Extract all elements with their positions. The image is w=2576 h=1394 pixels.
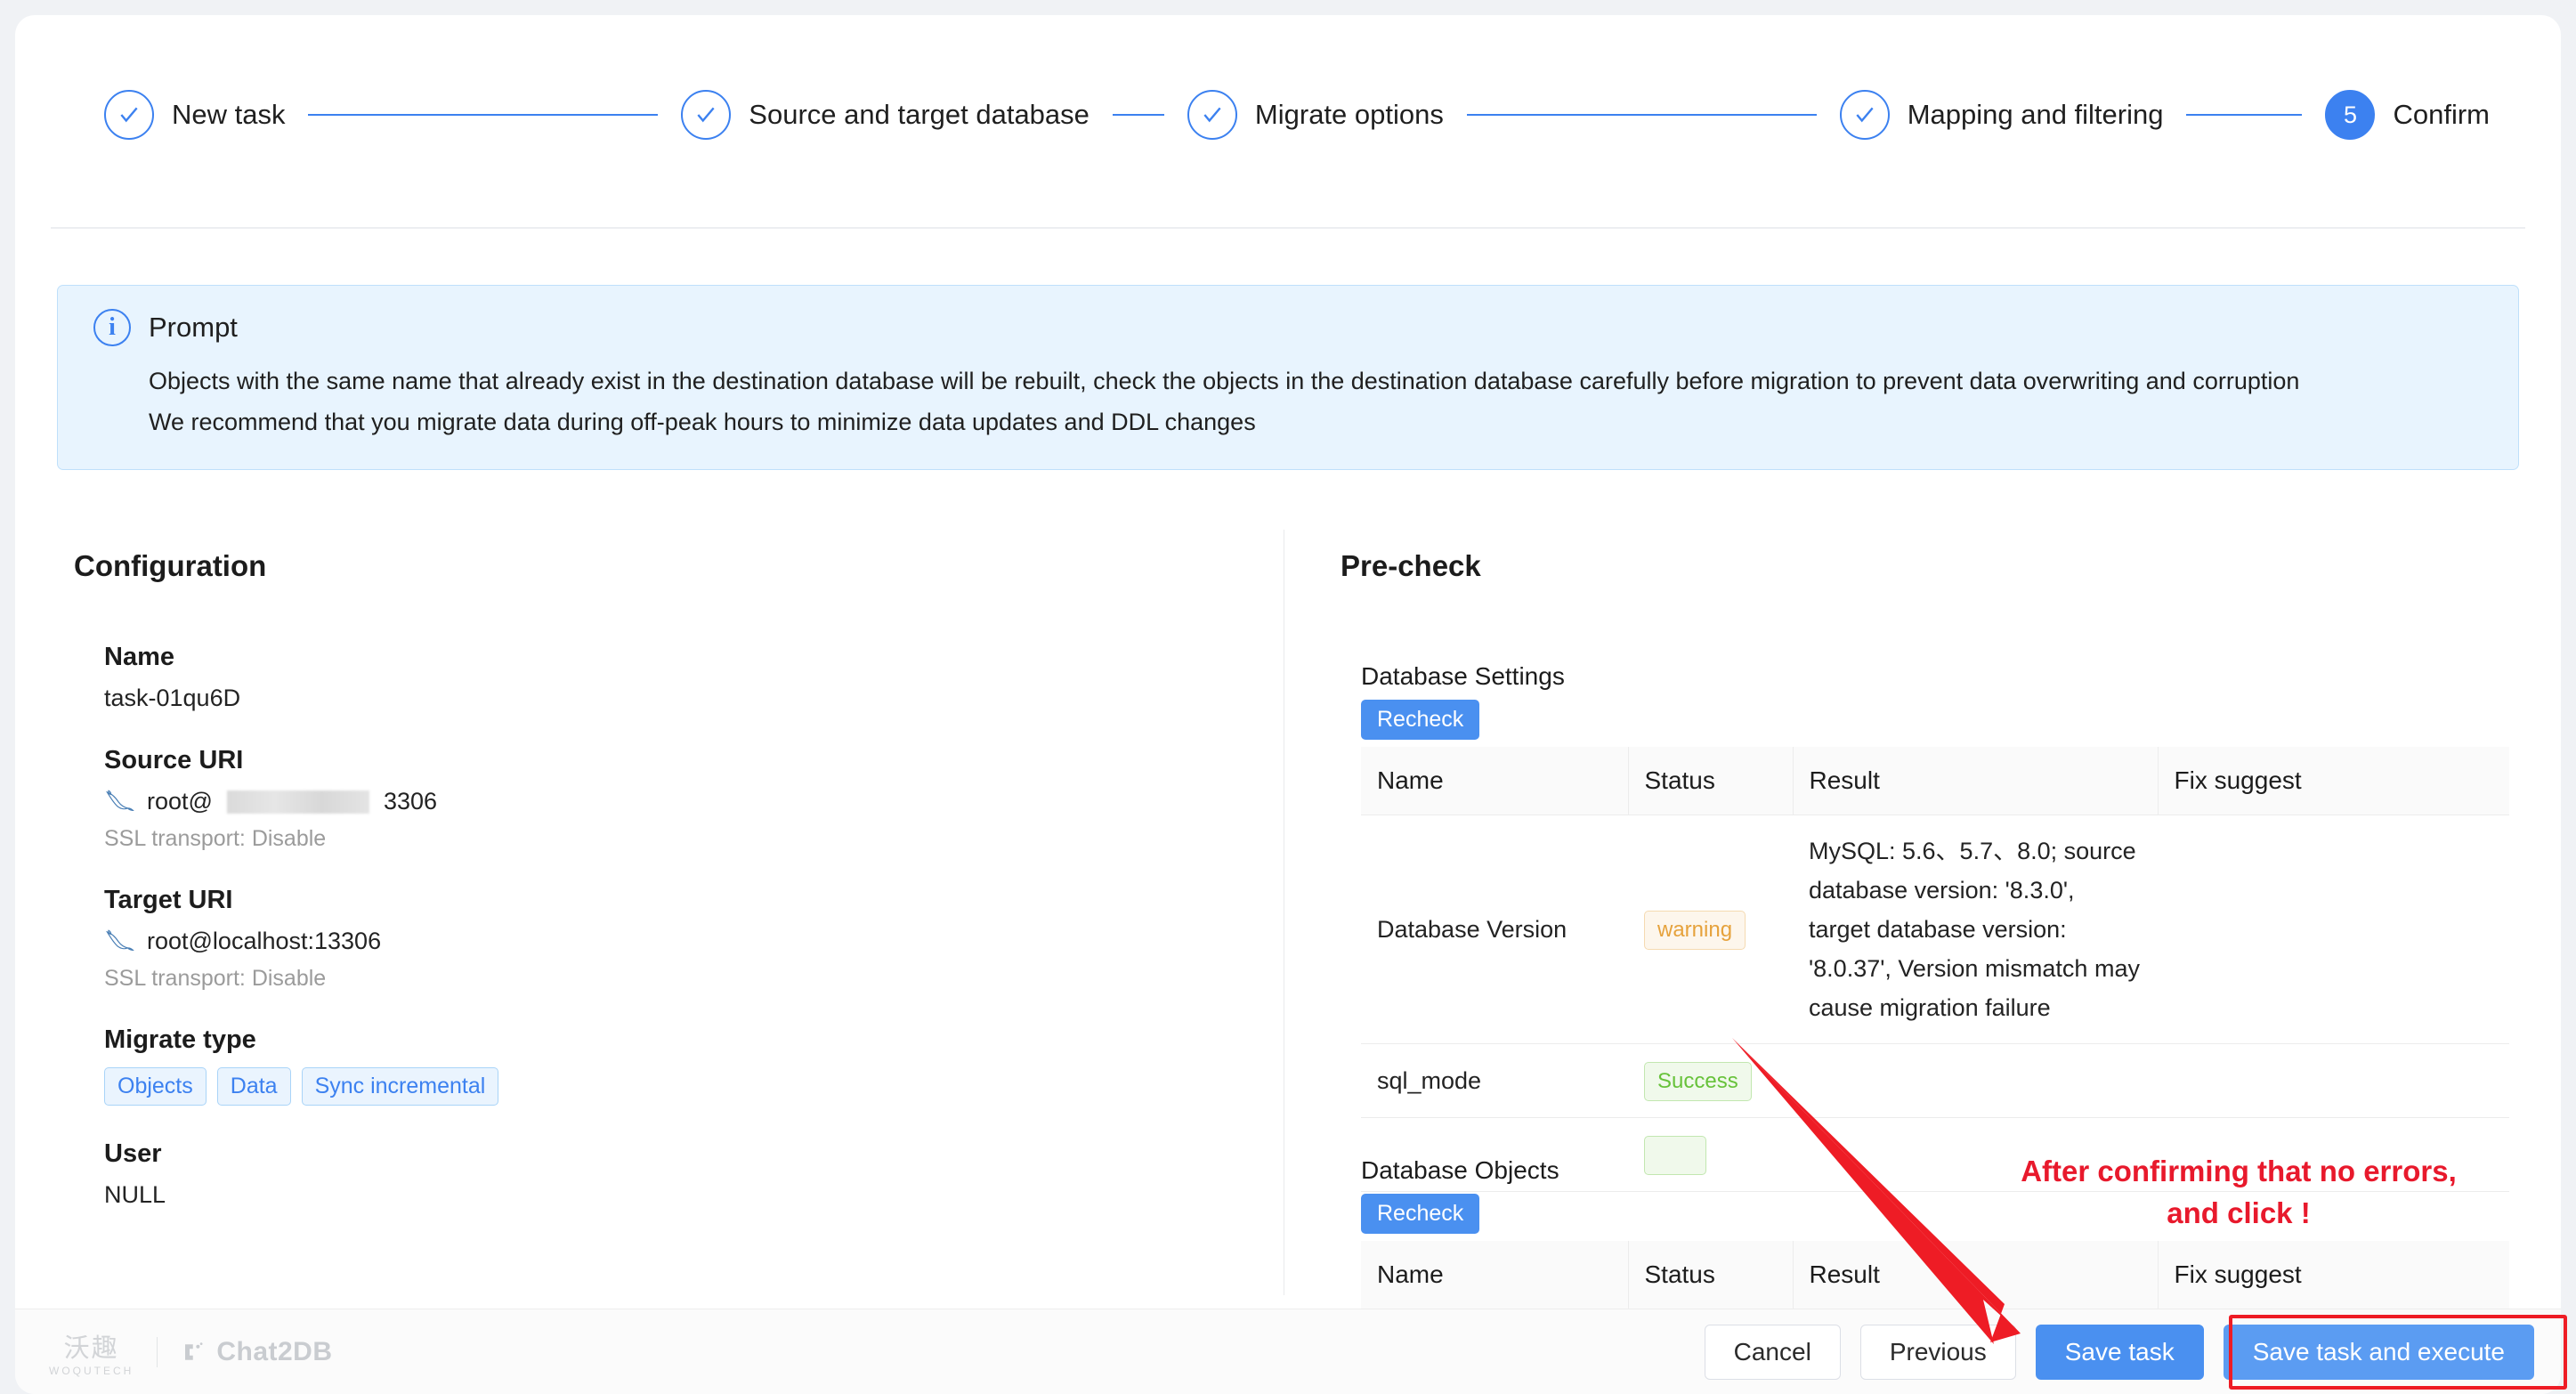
- source-ssl-status: SSL transport: Disable: [104, 826, 327, 851]
- column-header-name: Name: [1361, 747, 1629, 815]
- prompt-title: Prompt: [149, 312, 238, 343]
- cell-name: sql_mode: [1361, 1043, 1628, 1118]
- cell-result: MySQL: 5.6、5.7、8.0; source database vers…: [1793, 815, 2158, 1044]
- column-header-fix-suggest: Fix suggest: [2158, 747, 2509, 815]
- prompt-line-1: Objects with the same name that already …: [149, 368, 2300, 394]
- step-check-icon: [681, 90, 732, 140]
- step-check-icon: [1187, 90, 1237, 140]
- woqutech-logo-en: WOQUTECH: [49, 1364, 134, 1377]
- migrate-type-tag: Objects: [104, 1067, 207, 1106]
- step-label: Confirm: [2393, 99, 2490, 130]
- section-title: Database Settings: [1361, 662, 1565, 690]
- config-field-source-uri: Source URI root@ 3306 SSL transport: Disa…: [104, 746, 1217, 852]
- source-uri-port: 3306: [383, 788, 438, 815]
- chat2db-logo-text: Chat2DB: [216, 1336, 333, 1366]
- status-badge: [1644, 1136, 1707, 1175]
- redacted-host: [226, 790, 369, 814]
- config-value: task-01qu6D: [104, 685, 241, 711]
- config-label: User: [104, 1139, 162, 1168]
- target-ssl-status: SSL transport: Disable: [104, 966, 327, 991]
- table-row: Database Version warning MySQL: 5.6、5.7、…: [1361, 815, 2509, 1044]
- status-badge: warning: [1644, 911, 1746, 950]
- table-header-row: Name Status Result Fix suggest: [1361, 747, 2509, 815]
- mysql-dolphin-icon: [106, 928, 134, 951]
- config-field-name: Name task-01qu6D: [104, 643, 1217, 712]
- cell-name: Database Version: [1361, 815, 1628, 1044]
- step-migrate-options[interactable]: Migrate options: [1187, 90, 1444, 140]
- brand-separator: [157, 1336, 158, 1367]
- app-root: New task Source and target database Migr…: [0, 0, 2576, 1394]
- step-connector: [2186, 114, 2303, 116]
- step-source-target-database[interactable]: Source and target database: [681, 90, 1090, 140]
- prompt-body: Objects with the same name that already …: [149, 361, 2483, 442]
- step-label: New task: [172, 99, 286, 130]
- source-uri-prefix: root@: [147, 788, 213, 815]
- header-divider: [51, 227, 2525, 229]
- step-number: 5: [2325, 90, 2376, 140]
- config-label: Name: [104, 643, 174, 671]
- prompt-banner: i Prompt Objects with the same name that…: [57, 285, 2519, 470]
- column-header-fix-suggest: Fix suggest: [2158, 1241, 2509, 1309]
- prompt-header: i Prompt: [93, 309, 2483, 346]
- target-uri-row: root@localhost:13306: [104, 928, 1217, 955]
- precheck-title: Pre-check: [1341, 549, 1481, 582]
- step-connector: [1112, 114, 1164, 116]
- config-label: Target URI: [104, 886, 233, 914]
- info-icon: i: [93, 309, 131, 346]
- configuration-panel: Name task-01qu6D Source URI root@ 3306 SS…: [104, 643, 1217, 1243]
- footer-bar: 沃趣 WOQUTECH Chat2DB Cancel Previous Save…: [15, 1309, 2561, 1394]
- annotation-line-1: After confirming that no errors,: [2021, 1155, 2457, 1187]
- step-connector: [1466, 114, 1817, 116]
- config-field-user: User NULL: [104, 1139, 1217, 1209]
- step-label: Source and target database: [749, 99, 1090, 130]
- step-label: Migrate options: [1254, 99, 1444, 130]
- source-uri-row: root@ 3306: [104, 788, 1217, 815]
- step-check-icon: [104, 90, 154, 140]
- column-header-status: Status: [1628, 747, 1794, 815]
- cell-status: warning: [1628, 815, 1793, 1044]
- annotation-line-2: and click !: [2167, 1196, 2311, 1229]
- migrate-type-tag: Sync incremental: [301, 1067, 499, 1106]
- column-header-result: Result: [1793, 747, 2159, 815]
- footer-brand: 沃趣 WOQUTECH Chat2DB: [49, 1327, 333, 1377]
- step-connector: [308, 114, 659, 116]
- annotation-highlight-box: [2229, 1315, 2567, 1390]
- prompt-line-2: We recommend that you migrate data durin…: [149, 409, 1256, 435]
- wizard-stepper: New task Source and target database Migr…: [15, 15, 2561, 215]
- recheck-button-database-objects[interactable]: Recheck: [1361, 1194, 1480, 1234]
- migrate-type-tags: Objects Data Sync incremental: [104, 1067, 1217, 1106]
- chat2db-logo: Chat2DB: [181, 1337, 332, 1367]
- column-header-name: Name: [1361, 1241, 1629, 1309]
- woqutech-logo-cn: 沃趣: [63, 1332, 119, 1363]
- step-label: Mapping and filtering: [1907, 99, 2164, 130]
- cell-fix-suggest: [2158, 1043, 2509, 1118]
- annotation-text: After confirming that no errors, and cli…: [1954, 1150, 2523, 1234]
- config-field-migrate-type: Migrate type Objects Data Sync increment…: [104, 1025, 1217, 1106]
- step-confirm[interactable]: 5 Confirm: [2325, 90, 2490, 140]
- step-mapping-and-filtering[interactable]: Mapping and filtering: [1839, 90, 2164, 140]
- config-label: Migrate type: [104, 1025, 256, 1054]
- woqutech-logo: 沃趣 WOQUTECH: [49, 1327, 134, 1377]
- step-check-icon: [1839, 90, 1890, 140]
- step-new-task[interactable]: New task: [104, 90, 285, 140]
- recheck-button-database-settings[interactable]: Recheck: [1361, 700, 1480, 740]
- config-field-target-uri: Target URI root@localhost:13306 SSL tran…: [104, 886, 1217, 992]
- cell-fix-suggest: [2158, 815, 2509, 1044]
- mysql-dolphin-icon: [106, 789, 134, 811]
- configuration-title: Configuration: [74, 549, 267, 582]
- migrate-type-tag: Data: [216, 1067, 291, 1106]
- chat2db-mark-icon: [185, 1341, 203, 1360]
- target-uri-value: root@localhost:13306: [147, 928, 382, 954]
- config-value: NULL: [104, 1181, 166, 1208]
- config-label: Source URI: [104, 746, 244, 774]
